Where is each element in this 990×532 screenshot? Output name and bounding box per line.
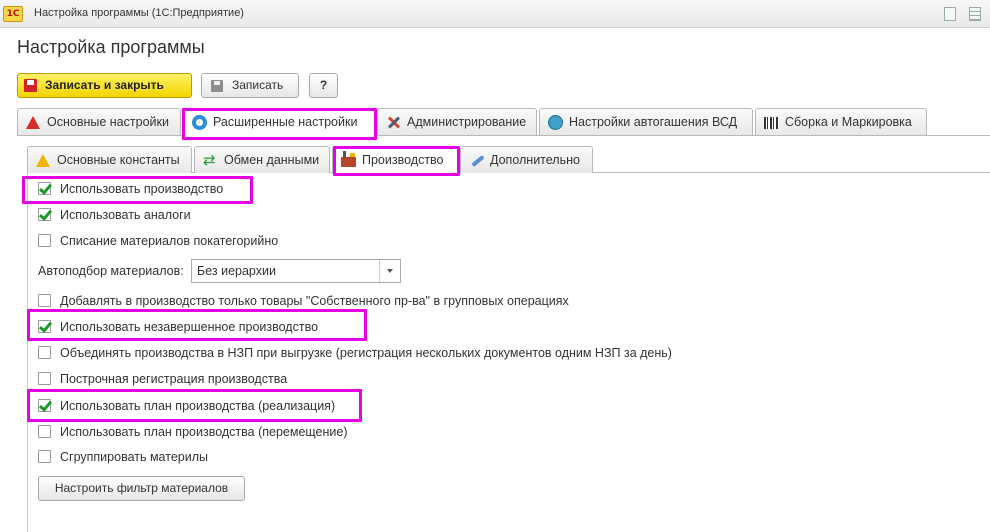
main-tabs-divider — [17, 135, 990, 136]
tab-label: Основные настройки — [47, 115, 169, 129]
setting-label: Использовать аналоги — [60, 208, 191, 222]
setting-label: Списание материалов покатегорийно — [60, 234, 279, 248]
tab-label: Администрирование — [407, 115, 527, 129]
setting-label: Использовать план производства (перемеще… — [60, 425, 348, 439]
tab-assembly-marking[interactable]: Сборка и Маркировка — [755, 108, 927, 135]
tab-label: Основные константы — [57, 153, 180, 167]
window-titlebar: 1С Настройка программы (1С:Предприятие) — [0, 0, 990, 28]
exchange-icon — [203, 147, 218, 173]
save-and-close-label: Записать и закрыть — [45, 78, 164, 92]
tab-label: Сборка и Маркировка — [785, 115, 912, 129]
tab-vsd-autoredemption[interactable]: Настройки автогашения ВСД — [539, 108, 753, 135]
save-label: Записать — [232, 78, 284, 92]
autoselect-select[interactable]: Без иерархии — [191, 259, 401, 283]
highlight-box — [182, 108, 377, 140]
setting-label: Сгруппировать материлы — [60, 450, 208, 464]
help-button[interactable]: ? — [309, 73, 338, 98]
highlight-box — [22, 176, 253, 204]
wrench-icon — [469, 153, 484, 168]
app-logo-icon: 1С — [3, 6, 23, 22]
checkbox[interactable] — [38, 450, 51, 463]
vsd-icon — [548, 115, 563, 130]
checkbox[interactable] — [38, 372, 51, 385]
page-title: Настройка программы — [17, 37, 205, 57]
tab-label: Дополнительно — [490, 153, 580, 167]
highlight-box — [27, 389, 362, 422]
document-icon[interactable] — [944, 7, 956, 21]
save-icon — [211, 80, 223, 92]
autoselect-label: Автоподбор материалов: — [38, 264, 184, 278]
highlight-box — [27, 309, 367, 341]
calculator-icon[interactable] — [969, 7, 981, 21]
autoselect-value: Без иерархии — [197, 264, 276, 278]
warning-red-icon — [26, 116, 40, 129]
checkbox[interactable] — [38, 425, 51, 438]
tools-icon — [386, 115, 401, 130]
tab-label: Обмен данными — [224, 153, 320, 167]
tab-additional[interactable]: Дополнительно — [460, 146, 593, 173]
warning-yellow-icon — [36, 154, 50, 167]
setting-label: Объединять производства в НЗП при выгруз… — [60, 346, 672, 360]
setting-label: Построчная регистрация производства — [60, 372, 288, 386]
checkbox[interactable] — [38, 234, 51, 247]
save-and-close-button[interactable]: Записать и закрыть — [17, 73, 192, 98]
content-left-border — [27, 172, 28, 532]
setting-label: Добавлять в производство только товары "… — [60, 294, 569, 308]
barcode-icon — [764, 117, 779, 129]
save-button[interactable]: Записать — [201, 73, 299, 98]
save-icon — [24, 79, 37, 92]
tab-data-exchange[interactable]: Обмен данными — [194, 146, 330, 173]
checkbox[interactable] — [38, 294, 51, 307]
tab-administration[interactable]: Администрирование — [377, 108, 537, 135]
checkbox[interactable] — [38, 346, 51, 359]
tab-basic-settings[interactable]: Основные настройки — [17, 108, 181, 135]
window-title: Настройка программы (1С:Предприятие) — [34, 7, 244, 19]
checkbox[interactable] — [38, 208, 51, 221]
material-filter-button[interactable]: Настроить фильтр материалов — [38, 476, 245, 501]
tab-basic-constants[interactable]: Основные константы — [27, 146, 192, 173]
chevron-down-icon[interactable] — [379, 260, 400, 282]
highlight-box — [333, 146, 460, 176]
tab-label: Настройки автогашения ВСД — [569, 115, 738, 129]
